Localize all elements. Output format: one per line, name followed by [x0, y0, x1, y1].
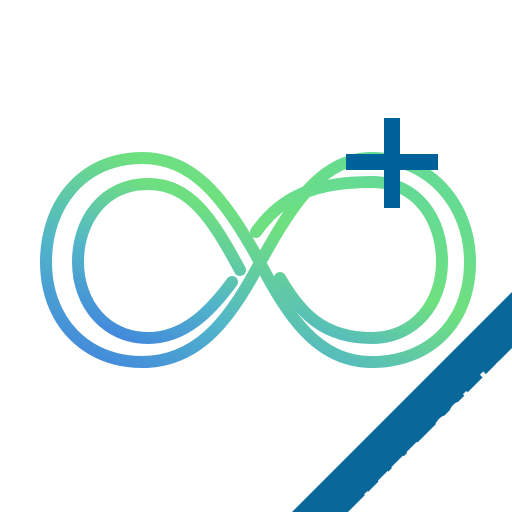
infinity-logo-icon — [39, 118, 512, 512]
app-icon: LITE 32bit — [0, 0, 512, 512]
plus-icon — [346, 118, 438, 208]
